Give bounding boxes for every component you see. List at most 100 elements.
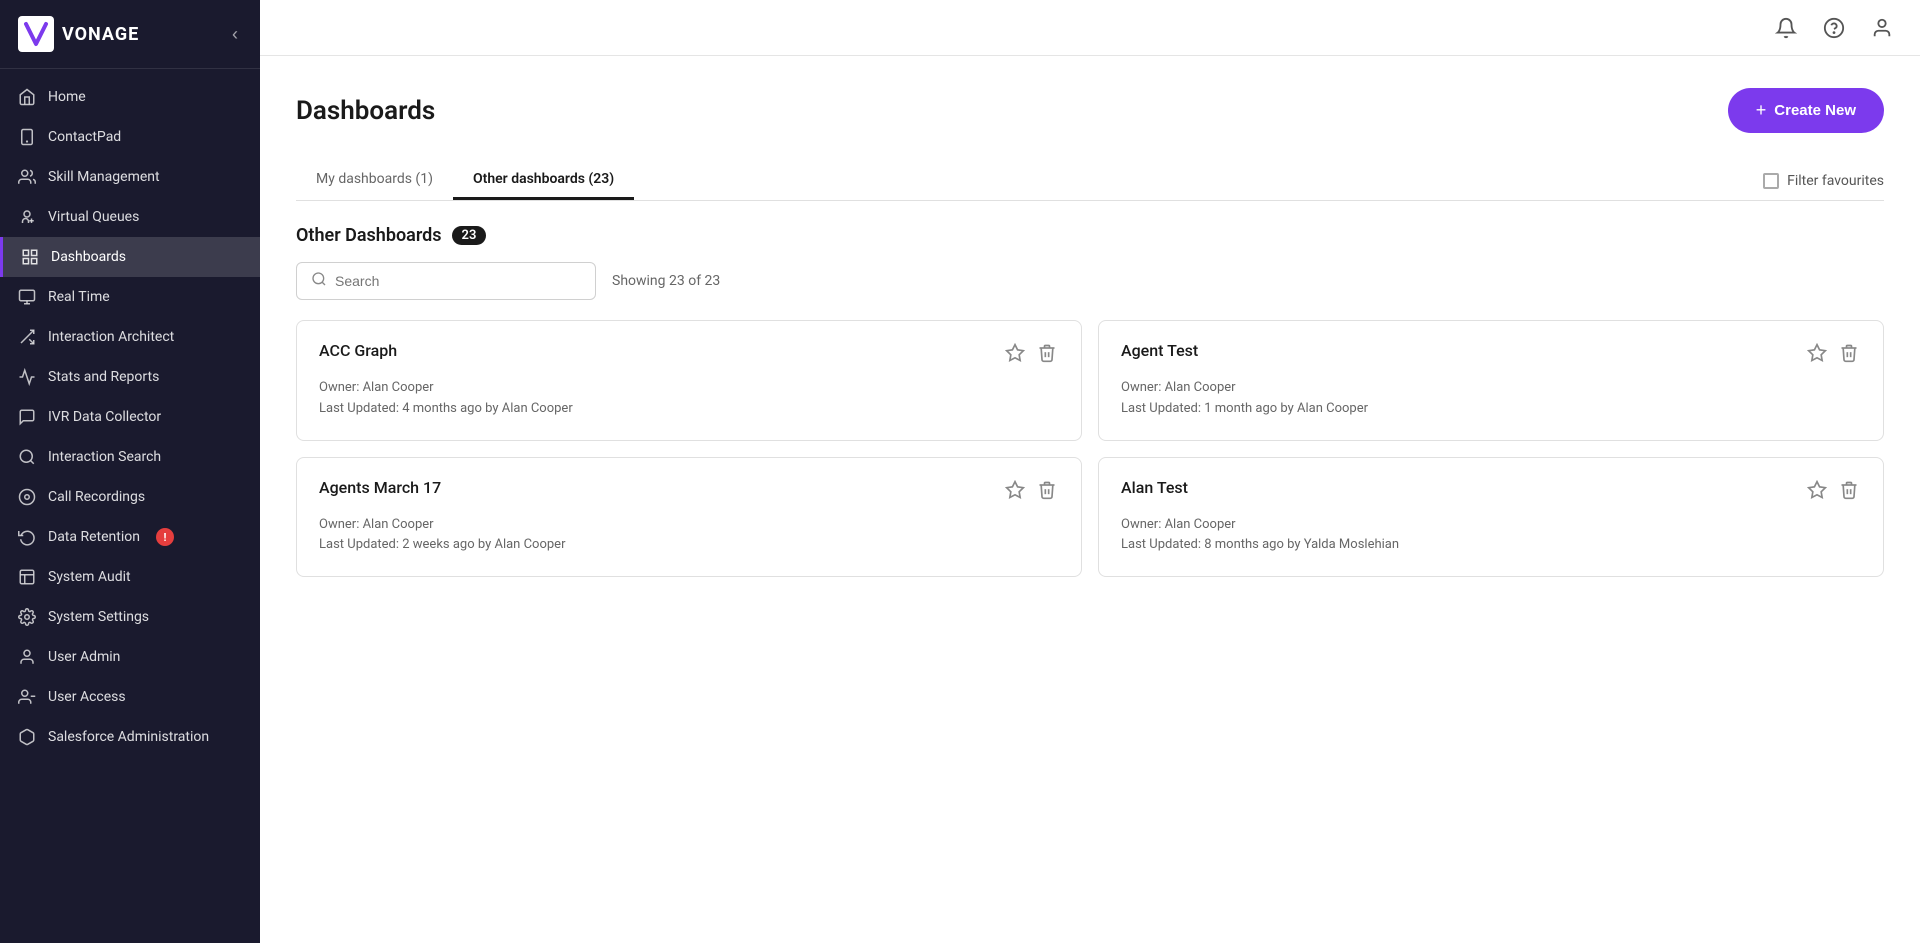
card-header: Agents March 17 bbox=[319, 478, 1059, 505]
sidebar-item-label: Call Recordings bbox=[48, 489, 145, 505]
tab-other-dashboards[interactable]: Other dashboards (23) bbox=[453, 161, 634, 200]
dashboard-card-agent-test: Agent Test Owner: Alan Cooper Last Updat… bbox=[1098, 320, 1884, 441]
sidebar-item-real-time[interactable]: Real Time bbox=[0, 277, 260, 317]
sidebar-item-label: Interaction Architect bbox=[48, 329, 174, 345]
filter-favourites[interactable]: Filter favourites bbox=[1763, 173, 1884, 189]
vonage-logo-text: VONAGE bbox=[62, 24, 139, 45]
search-input[interactable] bbox=[335, 273, 581, 289]
favourite-button-agent-test[interactable] bbox=[1805, 341, 1829, 368]
notification-bell-button[interactable] bbox=[1772, 14, 1800, 42]
sidebar-item-label: Stats and Reports bbox=[48, 369, 159, 385]
home-icon bbox=[18, 88, 36, 106]
sidebar-item-label: Data Retention bbox=[48, 529, 140, 545]
data-retention-badge: ! bbox=[156, 528, 174, 546]
card-title: Agents March 17 bbox=[319, 478, 441, 497]
sidebar-item-home[interactable]: Home bbox=[0, 77, 260, 117]
search-box bbox=[296, 262, 596, 300]
sidebar: VONAGE ‹ Home ContactPad Skill Managemen… bbox=[0, 0, 260, 943]
delete-button-alan-test[interactable] bbox=[1837, 478, 1861, 505]
sidebar-item-label: ContactPad bbox=[48, 129, 121, 145]
help-button[interactable] bbox=[1820, 14, 1848, 42]
sidebar-item-label: Dashboards bbox=[51, 249, 126, 265]
user-access-icon bbox=[18, 688, 36, 706]
sidebar-item-label: IVR Data Collector bbox=[48, 409, 161, 425]
section-title: Other Dashboards bbox=[296, 225, 442, 246]
card-owner: Owner: Alan Cooper bbox=[1121, 378, 1861, 399]
realtime-icon bbox=[18, 288, 36, 306]
favourite-button-alan-test[interactable] bbox=[1805, 478, 1829, 505]
card-header: Agent Test bbox=[1121, 341, 1861, 368]
tab-my-dashboards[interactable]: My dashboards (1) bbox=[296, 161, 453, 200]
tabs-row: My dashboards (1) Other dashboards (23) … bbox=[296, 161, 1884, 201]
sidebar-item-stats-reports[interactable]: Stats and Reports bbox=[0, 357, 260, 397]
favourite-button-acc-graph[interactable] bbox=[1003, 341, 1027, 368]
sidebar-item-interaction-search[interactable]: Interaction Search bbox=[0, 437, 260, 477]
sidebar-item-label: User Admin bbox=[48, 649, 120, 665]
card-actions bbox=[1805, 478, 1861, 505]
salesforce-icon bbox=[18, 728, 36, 746]
card-meta: Owner: Alan Cooper Last Updated: 4 month… bbox=[319, 378, 1059, 420]
vonage-logo-icon bbox=[18, 16, 54, 52]
page-content: Dashboards + Create New My dashboards (1… bbox=[260, 56, 1920, 943]
sidebar-item-label: Real Time bbox=[48, 289, 110, 305]
sidebar-item-label: System Audit bbox=[48, 569, 131, 585]
sidebar-item-virtual-queues[interactable]: Virtual Queues bbox=[0, 197, 260, 237]
sidebar-item-contactpad[interactable]: ContactPad bbox=[0, 117, 260, 157]
user-profile-button[interactable] bbox=[1868, 14, 1896, 42]
sidebar-item-ivr-data-collector[interactable]: IVR Data Collector bbox=[0, 397, 260, 437]
dashboard-card-agents-march-17: Agents March 17 Owner: Alan Cooper Last … bbox=[296, 457, 1082, 578]
sidebar-item-system-settings[interactable]: System Settings bbox=[0, 597, 260, 637]
dashboard-cards-grid: ACC Graph Owner: Alan Cooper Last Update… bbox=[296, 320, 1884, 577]
sidebar-logo: VONAGE bbox=[18, 16, 139, 52]
delete-button-acc-graph[interactable] bbox=[1035, 341, 1059, 368]
queue-icon bbox=[18, 208, 36, 226]
architect-icon bbox=[18, 328, 36, 346]
card-title: Alan Test bbox=[1121, 478, 1188, 497]
sidebar-item-label: Skill Management bbox=[48, 169, 160, 185]
card-title: ACC Graph bbox=[319, 341, 397, 360]
card-title: Agent Test bbox=[1121, 341, 1198, 360]
sidebar-item-data-retention[interactable]: Data Retention ! bbox=[0, 517, 260, 557]
sidebar-collapse-button[interactable]: ‹ bbox=[228, 20, 242, 49]
sidebar-item-label: Home bbox=[48, 89, 86, 105]
card-owner: Owner: Alan Cooper bbox=[319, 378, 1059, 399]
create-new-button[interactable]: + Create New bbox=[1728, 88, 1884, 133]
delete-button-agents-march-17[interactable] bbox=[1035, 478, 1059, 505]
card-actions bbox=[1805, 341, 1861, 368]
sidebar-item-label: Salesforce Administration bbox=[48, 729, 209, 745]
sidebar-item-call-recordings[interactable]: Call Recordings bbox=[0, 477, 260, 517]
card-header: Alan Test bbox=[1121, 478, 1861, 505]
search-row: Showing 23 of 23 bbox=[296, 262, 1884, 300]
sidebar-item-skill-management[interactable]: Skill Management bbox=[0, 157, 260, 197]
audit-icon bbox=[18, 568, 36, 586]
section-heading: Other Dashboards 23 bbox=[296, 225, 1884, 246]
filter-favourites-label: Filter favourites bbox=[1787, 173, 1884, 189]
plus-icon: + bbox=[1756, 100, 1767, 121]
sidebar-item-dashboards[interactable]: Dashboards bbox=[0, 237, 260, 277]
phone-icon bbox=[18, 128, 36, 146]
card-actions bbox=[1003, 341, 1059, 368]
dashboard-card-acc-graph: ACC Graph Owner: Alan Cooper Last Update… bbox=[296, 320, 1082, 441]
delete-button-agent-test[interactable] bbox=[1837, 341, 1861, 368]
filter-favourites-checkbox[interactable] bbox=[1763, 173, 1779, 189]
card-actions bbox=[1003, 478, 1059, 505]
sidebar-nav: Home ContactPad Skill Management Virtual… bbox=[0, 69, 260, 943]
card-header: ACC Graph bbox=[319, 341, 1059, 368]
card-meta: Owner: Alan Cooper Last Updated: 1 month… bbox=[1121, 378, 1861, 420]
create-new-label: Create New bbox=[1774, 102, 1856, 119]
search-icon bbox=[311, 271, 327, 291]
sidebar-header: VONAGE ‹ bbox=[0, 0, 260, 69]
card-meta: Owner: Alan Cooper Last Updated: 2 weeks… bbox=[319, 515, 1059, 557]
card-updated: Last Updated: 1 month ago by Alan Cooper bbox=[1121, 399, 1861, 420]
sidebar-item-user-admin[interactable]: User Admin bbox=[0, 637, 260, 677]
favourite-button-agents-march-17[interactable] bbox=[1003, 478, 1027, 505]
sidebar-item-label: Interaction Search bbox=[48, 449, 161, 465]
sidebar-item-system-audit[interactable]: System Audit bbox=[0, 557, 260, 597]
dashboard-card-alan-test: Alan Test Owner: Alan Cooper Last Update… bbox=[1098, 457, 1884, 578]
sidebar-item-salesforce-admin[interactable]: Salesforce Administration bbox=[0, 717, 260, 757]
card-meta: Owner: Alan Cooper Last Updated: 8 month… bbox=[1121, 515, 1861, 557]
sidebar-item-interaction-architect[interactable]: Interaction Architect bbox=[0, 317, 260, 357]
card-updated: Last Updated: 4 months ago by Alan Coope… bbox=[319, 399, 1059, 420]
showing-count-text: Showing 23 of 23 bbox=[612, 273, 720, 289]
sidebar-item-user-access[interactable]: User Access bbox=[0, 677, 260, 717]
